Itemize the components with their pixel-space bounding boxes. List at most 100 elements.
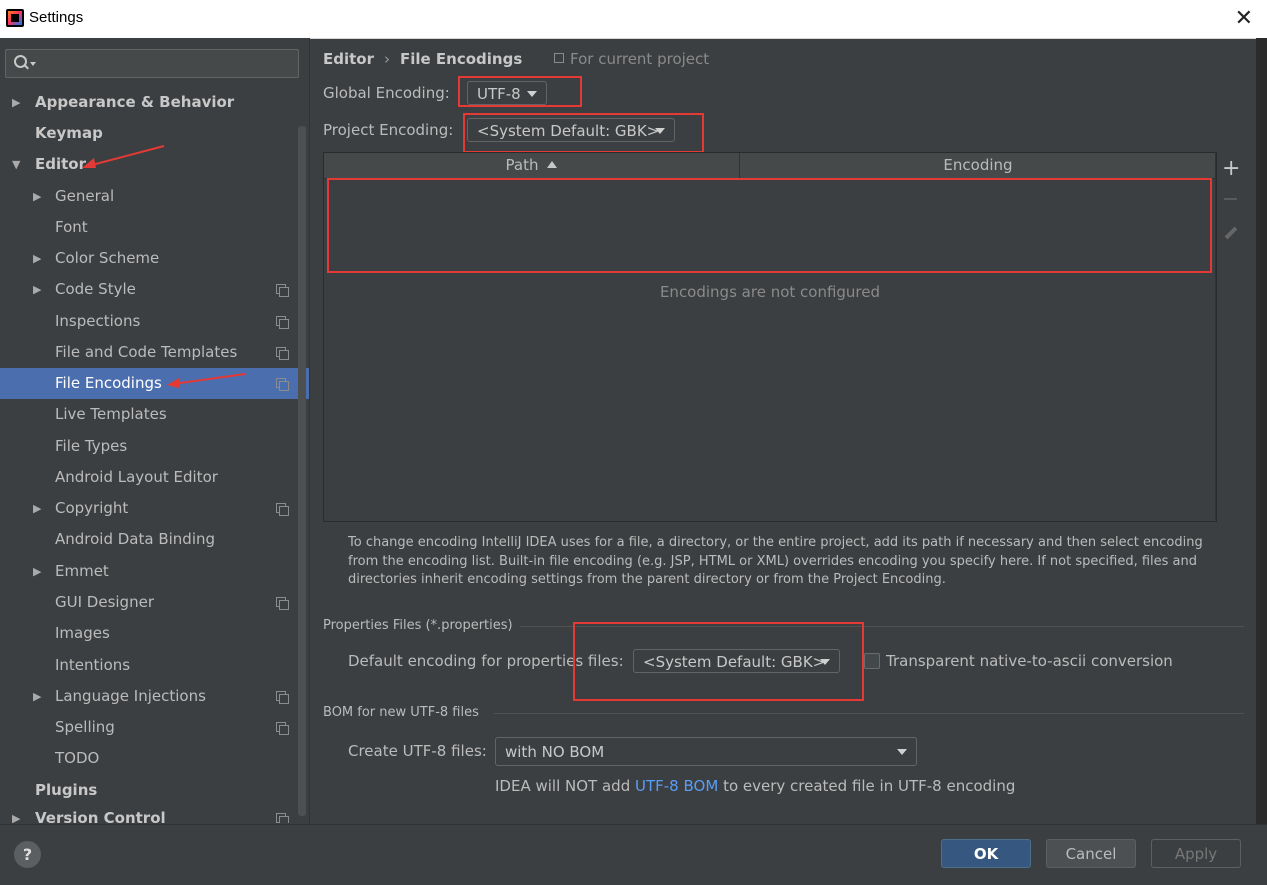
sidebar-item-spelling[interactable]: Spelling — [0, 712, 309, 743]
sidebar-item-android-layout-editor[interactable]: Android Layout Editor — [0, 462, 309, 493]
create-utf8-label: Create UTF-8 files: — [348, 742, 487, 760]
window-edge — [1256, 38, 1267, 824]
search-icon — [14, 55, 27, 68]
table-header: Path Encoding — [324, 153, 1216, 179]
sidebar-item-general[interactable]: ▶ General — [0, 181, 309, 212]
sidebar-item-label: Copyright — [55, 499, 129, 517]
breadcrumb-parent[interactable]: Editor — [323, 50, 374, 68]
utf8-bom-link[interactable]: UTF-8 BOM — [635, 777, 718, 795]
scope-label: For current project — [554, 50, 709, 68]
properties-encoding-select[interactable]: <System Default: GBK> — [633, 649, 840, 673]
sidebar-item-file-encodings[interactable]: File Encodings — [0, 368, 309, 399]
expand-arrow-icon[interactable]: ▶ — [33, 243, 41, 274]
add-icon[interactable]: + — [1222, 156, 1240, 181]
sidebar-item-label: Editor — [35, 155, 86, 173]
sidebar-item-label: Spelling — [55, 718, 115, 736]
sidebar-item-label: TODO — [55, 749, 100, 767]
project-encoding-label: Project Encoding: — [323, 121, 454, 139]
sidebar-item-emmet[interactable]: ▶ Emmet — [0, 556, 309, 587]
global-encoding-value: UTF-8 — [477, 85, 521, 103]
dialog-footer: ? OK Cancel Apply — [0, 824, 1267, 885]
expand-arrow-icon[interactable]: ▶ — [33, 493, 41, 524]
chevron-down-icon — [655, 128, 665, 134]
column-header-path[interactable]: Path — [324, 153, 740, 178]
sidebar-item-images[interactable]: Images — [0, 618, 309, 649]
sidebar-item-intentions[interactable]: Intentions — [0, 650, 309, 681]
chevron-down-icon — [897, 749, 907, 755]
sidebar-item-file-code-templates[interactable]: File and Code Templates — [0, 337, 309, 368]
project-scope-icon — [276, 722, 289, 735]
settings-content: Editor › File Encodings For current projec… — [310, 38, 1256, 824]
project-scope-icon — [276, 503, 289, 516]
sidebar-item-file-types[interactable]: File Types — [0, 431, 309, 462]
sidebar-item-editor[interactable]: ▼ Editor — [0, 149, 309, 180]
window-title: Settings — [29, 9, 84, 26]
sidebar-item-copyright[interactable]: ▶ Copyright — [0, 493, 309, 524]
sidebar-item-label: Android Layout Editor — [55, 468, 218, 486]
encoding-description: To change encoding IntelliJ IDEA uses fo… — [348, 535, 1203, 587]
column-header-encoding[interactable]: Encoding — [740, 153, 1216, 178]
sidebar-item-label: Version Control — [35, 809, 166, 823]
sidebar-item-code-style[interactable]: ▶ Code Style — [0, 274, 309, 305]
transparent-ascii-label[interactable]: Transparent native-to-ascii conversion — [886, 652, 1173, 670]
project-scope-icon — [276, 813, 289, 823]
transparent-ascii-checkbox[interactable] — [864, 653, 880, 669]
path-encoding-table[interactable]: Path Encoding Encodings are not configur… — [323, 152, 1217, 522]
expand-arrow-icon[interactable]: ▶ — [33, 274, 41, 305]
group-divider — [520, 626, 1244, 627]
sidebar-item-label: Code Style — [55, 280, 136, 298]
help-button[interactable]: ? — [14, 841, 41, 868]
remove-icon[interactable] — [1224, 198, 1237, 200]
sidebar-item-version-control[interactable]: ▶ Version Control — [0, 803, 309, 823]
properties-default-label: Default encoding for properties files: — [348, 652, 624, 670]
breadcrumb-separator: › — [384, 50, 390, 68]
edit-pencil-icon[interactable] — [1224, 226, 1238, 240]
breadcrumb: Editor › File Encodings — [323, 50, 522, 68]
collapse-arrow-icon[interactable]: ▼ — [12, 149, 20, 180]
sidebar-item-label: General — [55, 187, 115, 205]
window-titlebar: Settings ✕ — [0, 0, 1267, 39]
close-icon[interactable]: ✕ — [1235, 6, 1253, 31]
project-encoding-value: <System Default: GBK> — [477, 122, 660, 140]
global-encoding-select[interactable]: UTF-8 — [467, 81, 547, 105]
sidebar-item-inspections[interactable]: Inspections — [0, 306, 309, 337]
create-utf8-select[interactable]: with NO BOM — [495, 737, 917, 766]
sidebar-item-todo[interactable]: TODO — [0, 743, 309, 774]
project-encoding-select[interactable]: <System Default: GBK> — [467, 118, 675, 142]
cancel-button[interactable]: Cancel — [1046, 839, 1136, 868]
settings-sidebar: ▶ Appearance & Behavior Keymap ▼ Editor … — [0, 38, 310, 824]
global-encoding-label: Global Encoding: — [323, 84, 450, 102]
sidebar-scrollbar[interactable] — [298, 126, 306, 816]
expand-arrow-icon[interactable]: ▶ — [33, 556, 41, 587]
apply-button[interactable]: Apply — [1151, 839, 1241, 868]
sidebar-item-android-data-binding[interactable]: Android Data Binding — [0, 524, 309, 555]
sidebar-item-label: Live Templates — [55, 405, 167, 423]
sidebar-item-plugins[interactable]: Plugins — [0, 775, 309, 806]
bom-hint-prefix: IDEA will NOT add — [495, 777, 631, 795]
sidebar-item-appearance-behavior[interactable]: ▶ Appearance & Behavior — [0, 87, 309, 118]
sidebar-item-label: Emmet — [55, 562, 109, 580]
expand-arrow-icon[interactable]: ▶ — [33, 181, 41, 212]
ok-button[interactable]: OK — [941, 839, 1031, 868]
settings-search-input[interactable] — [5, 49, 299, 78]
expand-arrow-icon[interactable]: ▶ — [33, 681, 41, 712]
chevron-down-icon — [527, 91, 537, 97]
expand-arrow-icon[interactable]: ▶ — [12, 87, 20, 118]
sidebar-item-language-injections[interactable]: ▶ Language Injections — [0, 681, 309, 712]
sidebar-item-font[interactable]: Font — [0, 212, 309, 243]
bom-hint: IDEA will NOT add UTF-8 BOM to every cre… — [495, 777, 1015, 795]
bom-group-title: BOM for new UTF-8 files — [323, 705, 479, 720]
sidebar-item-label: File Types — [55, 437, 128, 455]
group-divider — [494, 713, 1244, 714]
column-header-path-label: Path — [505, 156, 539, 174]
sidebar-item-keymap[interactable]: Keymap — [0, 118, 309, 149]
sidebar-item-gui-designer[interactable]: GUI Designer — [0, 587, 309, 618]
create-utf8-value: with NO BOM — [505, 743, 605, 761]
project-scope-icon — [276, 284, 289, 297]
properties-encoding-value: <System Default: GBK> — [643, 653, 826, 671]
sidebar-item-color-scheme[interactable]: ▶ Color Scheme — [0, 243, 309, 274]
sidebar-item-label: Color Scheme — [55, 249, 160, 267]
sidebar-item-live-templates[interactable]: Live Templates — [0, 399, 309, 430]
expand-arrow-icon[interactable]: ▶ — [12, 803, 20, 823]
sidebar-item-label: Images — [55, 624, 110, 642]
